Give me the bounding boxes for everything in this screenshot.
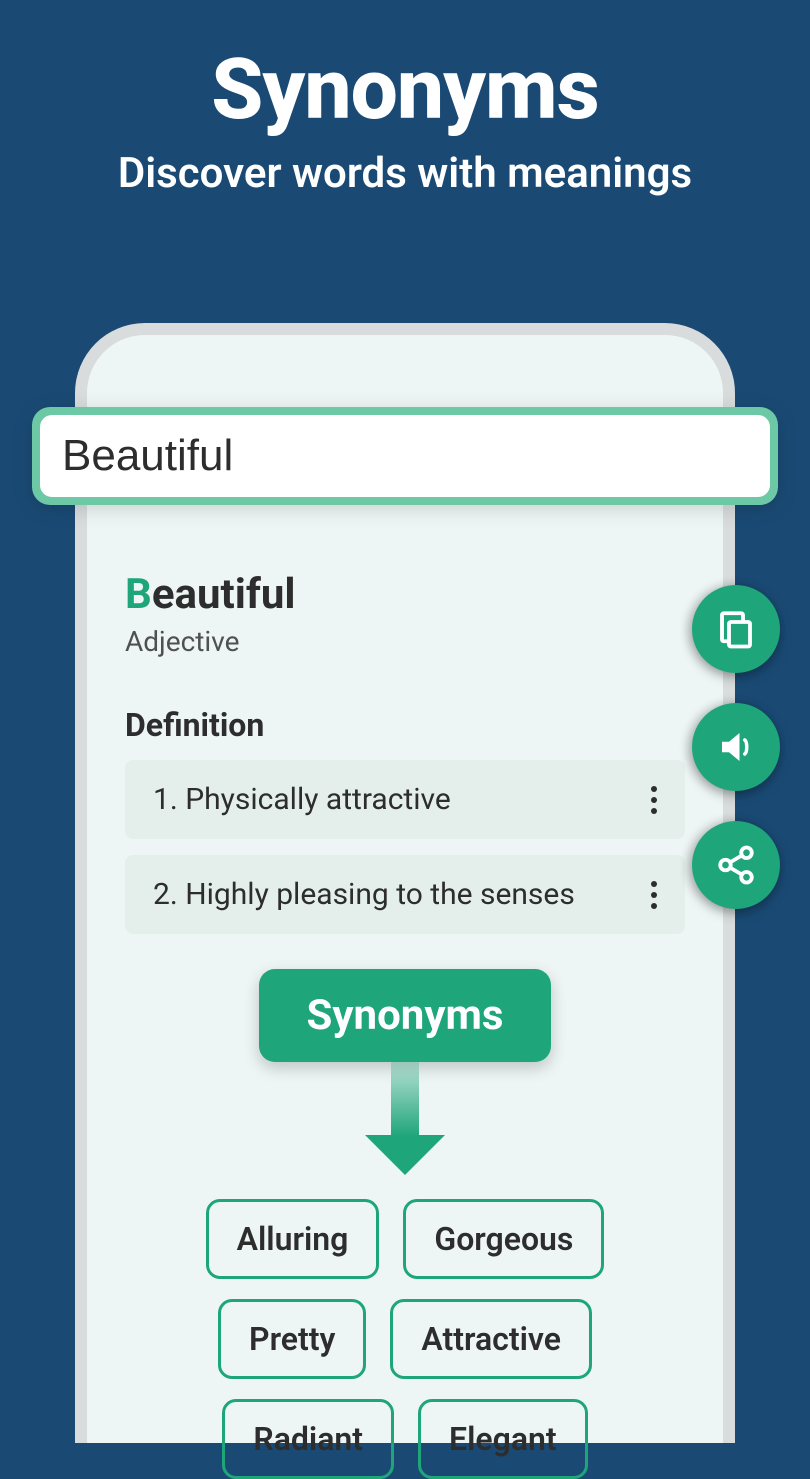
copy-button[interactable] bbox=[692, 585, 780, 673]
word-title: Beautiful bbox=[125, 570, 685, 619]
part-of-speech: Adjective bbox=[125, 625, 685, 658]
header: Synonyms Discover words with meanings bbox=[0, 0, 810, 198]
definition-label: Definition bbox=[125, 706, 685, 744]
arrow-wrap bbox=[125, 1057, 685, 1141]
content-area: Beautiful Adjective Definition 1. Physic… bbox=[125, 570, 685, 1479]
synonym-chip[interactable]: Elegant bbox=[418, 1399, 588, 1479]
page-title: Synonyms bbox=[0, 40, 810, 139]
arrow-down-icon bbox=[391, 1057, 419, 1137]
word-first-letter: B bbox=[125, 570, 152, 619]
synonyms-button-wrap: Synonyms bbox=[125, 969, 685, 1062]
copy-icon bbox=[715, 608, 757, 650]
speak-button[interactable] bbox=[692, 703, 780, 791]
synonyms-button[interactable]: Synonyms bbox=[259, 969, 552, 1062]
definition-item: 1. Physically attractive bbox=[125, 760, 685, 839]
synonym-chip[interactable]: Pretty bbox=[218, 1299, 366, 1379]
page-subtitle: Discover words with meanings bbox=[0, 149, 810, 198]
synonym-chip[interactable]: Alluring bbox=[206, 1199, 380, 1279]
more-icon[interactable] bbox=[651, 786, 657, 814]
definition-text: 1. Physically attractive bbox=[153, 782, 451, 817]
definition-text: 2. Highly pleasing to the senses bbox=[153, 877, 575, 912]
action-buttons bbox=[692, 585, 780, 909]
word-rest: eautiful bbox=[152, 570, 296, 619]
search-bar bbox=[32, 407, 778, 505]
synonym-chip[interactable]: Radiant bbox=[222, 1399, 394, 1479]
search-input[interactable] bbox=[40, 415, 770, 497]
synonym-chips: Alluring Gorgeous Pretty Attractive Radi… bbox=[125, 1199, 685, 1479]
definition-item: 2. Highly pleasing to the senses bbox=[125, 855, 685, 934]
synonym-chip[interactable]: Attractive bbox=[390, 1299, 592, 1379]
share-button[interactable] bbox=[692, 821, 780, 909]
more-icon[interactable] bbox=[651, 881, 657, 909]
share-icon bbox=[715, 844, 757, 886]
speaker-icon bbox=[715, 726, 757, 768]
synonym-chip[interactable]: Gorgeous bbox=[403, 1199, 604, 1279]
